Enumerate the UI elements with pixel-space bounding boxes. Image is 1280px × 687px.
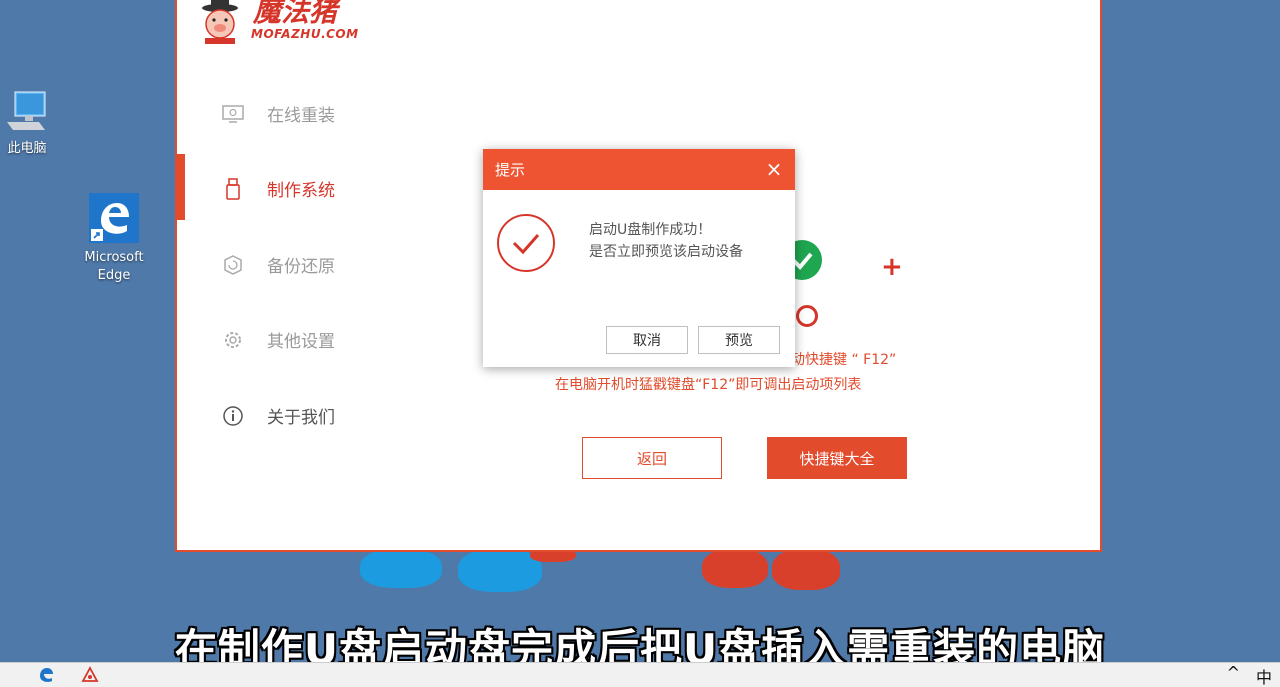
ring-decoration: [796, 305, 818, 327]
close-icon[interactable]: ×: [765, 159, 783, 179]
logo-title: 魔法猪: [253, 0, 338, 28]
desktop-icon-edge[interactable]: Microsoft Edge: [80, 193, 148, 285]
sidebar-active-indicator: [177, 154, 185, 220]
logo-subtitle: MOFAZHU.COM: [251, 27, 359, 41]
taskbar: ^ 中: [0, 662, 1280, 687]
cancel-button[interactable]: 取消: [606, 326, 688, 354]
sidebar-item-label: 备份还原: [267, 257, 335, 277]
sidebar-item-label: 制作系统: [267, 181, 335, 201]
dialog-title: 提示: [495, 161, 526, 179]
info-icon: [221, 404, 245, 428]
sidebar-item-label: 在线重装: [267, 106, 335, 126]
dialog-message-line1: 启动U盘制作成功！: [589, 222, 712, 238]
edge-icon: [89, 193, 139, 243]
prompt-dialog: 提示 × 启动U盘制作成功！ 是否立即预览该启动设备 取消 预览: [483, 149, 795, 367]
hint-instruction: 在电脑开机时猛戳键盘“F12”即可调出启动项列表: [555, 377, 862, 393]
dialog-header: 提示 ×: [483, 149, 795, 190]
back-button[interactable]: 返回: [582, 437, 722, 479]
desktop-icon-this-pc[interactable]: 此电脑: [2, 88, 52, 158]
desktop-icon-label: Microsoft Edge: [84, 250, 144, 283]
sidebar-item-make-system[interactable]: 制作系统: [221, 176, 335, 201]
dialog-message-line2: 是否立即预览该启动设备: [589, 244, 743, 260]
backup-icon: [221, 253, 245, 277]
hint-shortcut-key: 动快捷键 “ F12”: [791, 352, 897, 368]
wallpaper-shape: [360, 548, 442, 588]
gear-icon: [221, 328, 245, 352]
sidebar-item-label: 关于我们: [267, 408, 335, 428]
computer-icon: [5, 88, 49, 136]
app-logo: 魔法猪 MOFAZHU.COM: [197, 0, 358, 46]
success-check-icon: [497, 214, 555, 272]
taskbar-app-icon[interactable]: [80, 665, 100, 685]
sidebar-item-other-settings[interactable]: 其他设置: [221, 327, 335, 352]
sidebar-item-about-us[interactable]: 关于我们: [221, 403, 335, 428]
sidebar-item-label: 其他设置: [267, 332, 335, 352]
monitor-icon: [221, 102, 245, 126]
preview-button[interactable]: 预览: [698, 326, 780, 354]
wallpaper-shape: [772, 548, 840, 590]
ime-indicator[interactable]: 中: [1256, 664, 1272, 687]
desktop-icon-label: 此电脑: [7, 141, 47, 156]
tray-overflow-chevron-icon[interactable]: ^: [1227, 663, 1240, 682]
taskbar-edge-icon[interactable]: [36, 665, 56, 685]
pig-mascot-icon: [202, 0, 238, 44]
dialog-message: 启动U盘制作成功！ 是否立即预览该启动设备: [589, 219, 743, 263]
usb-drive-icon: [221, 177, 245, 201]
wallpaper-shape: [702, 548, 768, 588]
plus-icon: +: [881, 252, 903, 282]
shortcut-keys-button[interactable]: 快捷键大全: [767, 437, 907, 479]
sidebar-item-online-reinstall[interactable]: 在线重装: [221, 101, 335, 126]
sidebar-item-backup-restore[interactable]: 备份还原: [221, 252, 335, 277]
